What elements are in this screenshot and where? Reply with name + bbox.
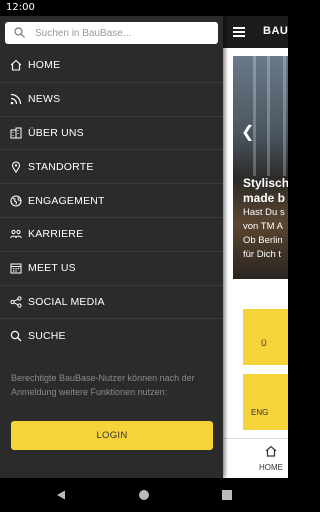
menu-item-home[interactable]: HOME bbox=[0, 49, 223, 83]
hero-body-line: für Dich t bbox=[243, 249, 282, 260]
bottom-nav: HOME bbox=[223, 438, 288, 478]
hamburger-menu-icon[interactable] bbox=[233, 27, 245, 37]
home-icon[interactable] bbox=[265, 445, 277, 457]
recent-apps-icon[interactable] bbox=[222, 490, 232, 500]
menu-item-standorte[interactable]: STANDORTE bbox=[0, 150, 223, 185]
bottom-nav-home-label: HOME bbox=[259, 463, 283, 472]
globe-icon bbox=[10, 195, 22, 207]
share-icon bbox=[10, 296, 22, 308]
hero-body-line: Hast Du s bbox=[243, 207, 285, 218]
login-button[interactable]: LOGIN bbox=[11, 421, 213, 450]
search-input[interactable] bbox=[35, 24, 210, 42]
tile-label: ENG bbox=[251, 408, 269, 417]
people-icon bbox=[10, 228, 22, 240]
app-header: BAU bbox=[223, 16, 288, 48]
menu-item-label: SUCHE bbox=[28, 330, 66, 343]
status-bar: 12:00 bbox=[0, 0, 288, 16]
search-icon bbox=[10, 330, 22, 342]
drawer-menu: HOME NEWS ÜBER UNS STANDORTE ENGAGEMENT … bbox=[0, 49, 223, 353]
search-box[interactable] bbox=[5, 22, 218, 44]
hero-headline-line: Stylisch bbox=[243, 176, 288, 190]
menu-item-label: KARRIERE bbox=[28, 228, 84, 241]
carousel-prev-arrow-icon[interactable]: ❮ bbox=[241, 122, 254, 142]
tile-ueber-uns[interactable]: Ü bbox=[243, 309, 288, 365]
menu-item-suche[interactable]: SUCHE bbox=[0, 319, 223, 353]
menu-item-engagement[interactable]: ENGAGEMENT bbox=[0, 184, 223, 218]
hero-body-line: Ob Berlin bbox=[243, 235, 283, 246]
menu-item-news[interactable]: NEWS bbox=[0, 83, 223, 117]
menu-item-label: HOME bbox=[28, 59, 61, 72]
tile-engagement[interactable]: ENG bbox=[243, 374, 288, 430]
calendar-icon bbox=[10, 262, 22, 274]
login-note: Berechtigte BauBase-Nutzer können nach d… bbox=[11, 373, 195, 397]
hero-text: Stylisch made b Hast Du s von TM A Ob Be… bbox=[243, 176, 288, 262]
home-circle-icon[interactable] bbox=[139, 490, 149, 500]
system-nav-bar bbox=[0, 478, 288, 512]
menu-item-label: ENGAGEMENT bbox=[28, 194, 105, 207]
menu-item-label: MEET US bbox=[28, 262, 76, 275]
menu-item-label: SOCIAL MEDIA bbox=[28, 295, 105, 308]
hero-body-line: von TM A bbox=[243, 221, 283, 232]
menu-item-karriere[interactable]: KARRIERE bbox=[0, 218, 223, 252]
navigation-drawer: HOME NEWS ÜBER UNS STANDORTE ENGAGEMENT … bbox=[0, 16, 223, 478]
menu-item-label: STANDORTE bbox=[28, 160, 94, 173]
status-time: 12:00 bbox=[6, 2, 35, 13]
location-pin-icon bbox=[10, 161, 22, 173]
app-main-content: BAU ❮ Stylisch made b Hast Du s von TM A… bbox=[223, 16, 288, 478]
menu-item-ueber-uns[interactable]: ÜBER UNS bbox=[0, 117, 223, 151]
back-icon[interactable] bbox=[56, 490, 66, 500]
menu-item-social-media[interactable]: SOCIAL MEDIA bbox=[0, 286, 223, 320]
search-icon bbox=[14, 27, 25, 38]
building-icon bbox=[10, 127, 22, 139]
tile-label: Ü bbox=[261, 339, 267, 348]
menu-item-meet-us[interactable]: MEET US bbox=[0, 252, 223, 286]
hero-carousel[interactable]: ❮ Stylisch made b Hast Du s von TM A Ob … bbox=[233, 56, 288, 279]
home-icon bbox=[10, 59, 22, 71]
app-title: BAU bbox=[263, 25, 288, 37]
rss-icon bbox=[10, 93, 22, 105]
menu-item-label: ÜBER UNS bbox=[28, 126, 84, 139]
hero-headline-line: made b bbox=[243, 191, 286, 205]
menu-item-label: NEWS bbox=[28, 93, 61, 106]
